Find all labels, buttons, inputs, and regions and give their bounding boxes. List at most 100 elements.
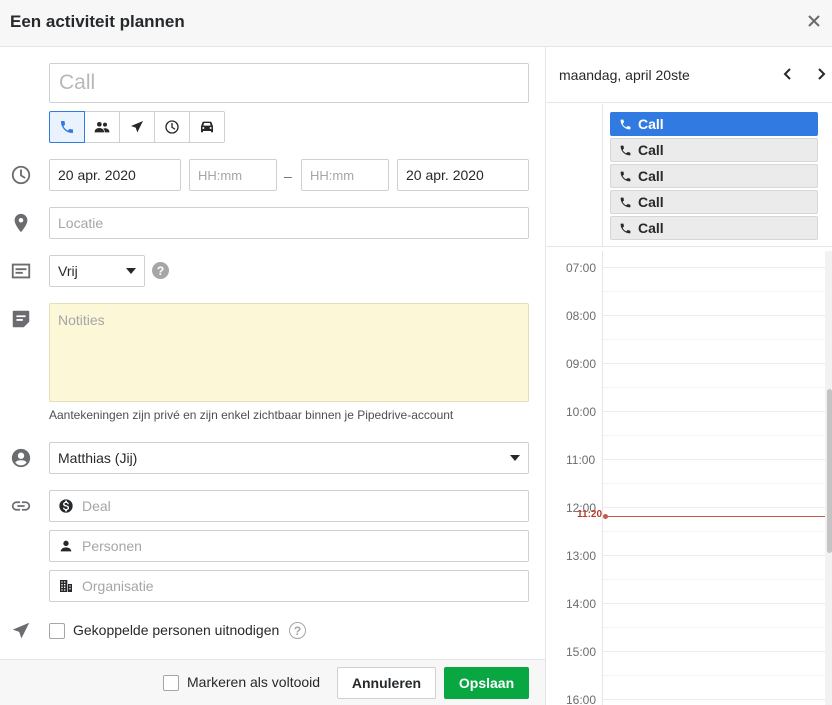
- meeting-icon: [94, 122, 110, 133]
- availability-select[interactable]: Vrij: [49, 255, 145, 287]
- hour-label: 11:00: [566, 453, 596, 467]
- activity-type-selector: [49, 111, 225, 143]
- event-label: Call: [638, 116, 664, 132]
- task-icon: [131, 121, 143, 133]
- hour-label: 09:00: [566, 357, 597, 371]
- event-label: Call: [638, 194, 664, 210]
- dialog-title: Een activiteit plannen: [10, 12, 185, 31]
- organization-input[interactable]: Organisatie: [49, 570, 529, 602]
- calendar-event[interactable]: Call: [610, 164, 818, 188]
- calendar-grid[interactable]: 07:00 08:00 09:00 10:00 11:00 12:00 13:00 14:00…: [546, 251, 832, 705]
- notes-textarea[interactable]: Notities: [49, 303, 529, 402]
- event-label: Call: [638, 220, 664, 236]
- hour-label: 16:00: [566, 693, 597, 705]
- time-range-separator: –: [284, 168, 292, 184]
- call-icon: [620, 197, 631, 207]
- start-time-input[interactable]: HH:mm: [189, 159, 277, 191]
- busy-flag-icon: [10, 260, 32, 282]
- help-icon[interactable]: ?: [289, 622, 306, 639]
- chevron-left-icon[interactable]: [781, 67, 795, 83]
- calendar-panel: maandag, april 20ste Call Call Call Call Cal…: [545, 47, 832, 705]
- calendar-event[interactable]: Call: [610, 138, 818, 162]
- type-task-button[interactable]: [119, 111, 155, 143]
- location-pin-icon: [10, 212, 32, 234]
- invite-label: Gekoppelde personen uitnodigen: [73, 622, 280, 638]
- half-hour-line: [603, 627, 827, 628]
- dollar-icon: [59, 499, 73, 513]
- hour-line: [603, 363, 827, 364]
- cancel-button[interactable]: Annuleren: [337, 667, 436, 699]
- event-label: Call: [638, 142, 664, 158]
- building-icon: [60, 580, 72, 592]
- dialog-footer: Markeren als voltooid Annuleren Opslaan: [0, 659, 545, 705]
- event-label: Call: [638, 168, 664, 184]
- hour-line: [603, 411, 827, 412]
- chevron-down-icon: [126, 268, 136, 274]
- mark-done-checkbox[interactable]: [163, 675, 179, 691]
- calendar-event[interactable]: Call: [610, 216, 818, 240]
- current-time-label: 11:20: [577, 509, 603, 520]
- hour-line: [603, 651, 827, 652]
- calendar-event[interactable]: Call: [610, 190, 818, 214]
- type-deadline-button[interactable]: [154, 111, 190, 143]
- hour-line: [603, 315, 827, 316]
- half-hour-line: [603, 531, 827, 532]
- type-meeting-button[interactable]: [84, 111, 120, 143]
- chevron-right-icon[interactable]: [814, 67, 828, 83]
- hour-label: 14:00: [566, 597, 597, 611]
- type-lunch-button[interactable]: [189, 111, 225, 143]
- mark-done-label: Markeren als voltooid: [187, 674, 321, 690]
- half-hour-line: [603, 291, 827, 292]
- half-hour-line: [603, 579, 827, 580]
- hour-line: [603, 459, 827, 460]
- dialog-header: Een activiteit plannen: [0, 0, 832, 47]
- calendar-date: maandag, april 20ste: [559, 67, 690, 83]
- hour-label: 13:00: [566, 549, 597, 563]
- deadline-icon: [165, 120, 179, 134]
- help-icon[interactable]: ?: [152, 262, 169, 279]
- send-icon: [10, 620, 32, 642]
- deal-placeholder: Deal: [82, 498, 111, 514]
- calendar-header: maandag, april 20ste: [546, 47, 832, 103]
- hour-line: [603, 699, 827, 700]
- availability-value: Vrij: [58, 263, 78, 279]
- close-icon[interactable]: [806, 13, 822, 29]
- calendar-event[interactable]: Call: [610, 112, 818, 136]
- type-call-button[interactable]: [49, 111, 85, 143]
- owner-value: Matthias (Jij): [58, 450, 138, 466]
- current-time-line: [604, 516, 832, 517]
- half-hour-line: [603, 339, 827, 340]
- link-icon: [10, 495, 32, 517]
- activity-form: Call 20 apr. 2020 HH:mm – HH:mm 20 apr. …: [0, 47, 545, 659]
- hour-label: 07:00: [566, 261, 597, 275]
- half-hour-line: [603, 675, 827, 676]
- deal-input[interactable]: Deal: [49, 490, 529, 522]
- end-time-input[interactable]: HH:mm: [301, 159, 389, 191]
- call-icon: [620, 223, 631, 233]
- hour-label: 08:00: [566, 309, 597, 323]
- notes-hint: Aantekeningen zijn privé en zijn enkel z…: [49, 408, 454, 422]
- notes-icon: [10, 308, 32, 330]
- hour-line: [603, 603, 827, 604]
- call-icon: [620, 119, 631, 129]
- hour-label: 15:00: [566, 645, 597, 659]
- start-date-input[interactable]: 20 apr. 2020: [49, 159, 181, 191]
- half-hour-line: [603, 435, 827, 436]
- hour-line: [603, 555, 827, 556]
- save-button[interactable]: Opslaan: [444, 667, 529, 699]
- location-input[interactable]: Locatie: [49, 207, 529, 239]
- end-date-input[interactable]: 20 apr. 2020: [397, 159, 529, 191]
- half-hour-line: [603, 387, 827, 388]
- car-icon: [201, 121, 213, 133]
- persons-input[interactable]: Personen: [49, 530, 529, 562]
- subject-input[interactable]: Call: [49, 63, 529, 103]
- organization-placeholder: Organisatie: [82, 578, 154, 594]
- owner-select[interactable]: Matthias (Jij): [49, 442, 529, 474]
- user-circle-icon: [10, 447, 32, 469]
- call-icon: [620, 145, 631, 155]
- calendar-scrollbar-thumb[interactable]: [827, 389, 832, 553]
- chevron-down-icon: [510, 455, 520, 461]
- clock-icon: [10, 164, 32, 186]
- invite-checkbox[interactable]: [49, 623, 65, 639]
- call-icon: [61, 121, 73, 133]
